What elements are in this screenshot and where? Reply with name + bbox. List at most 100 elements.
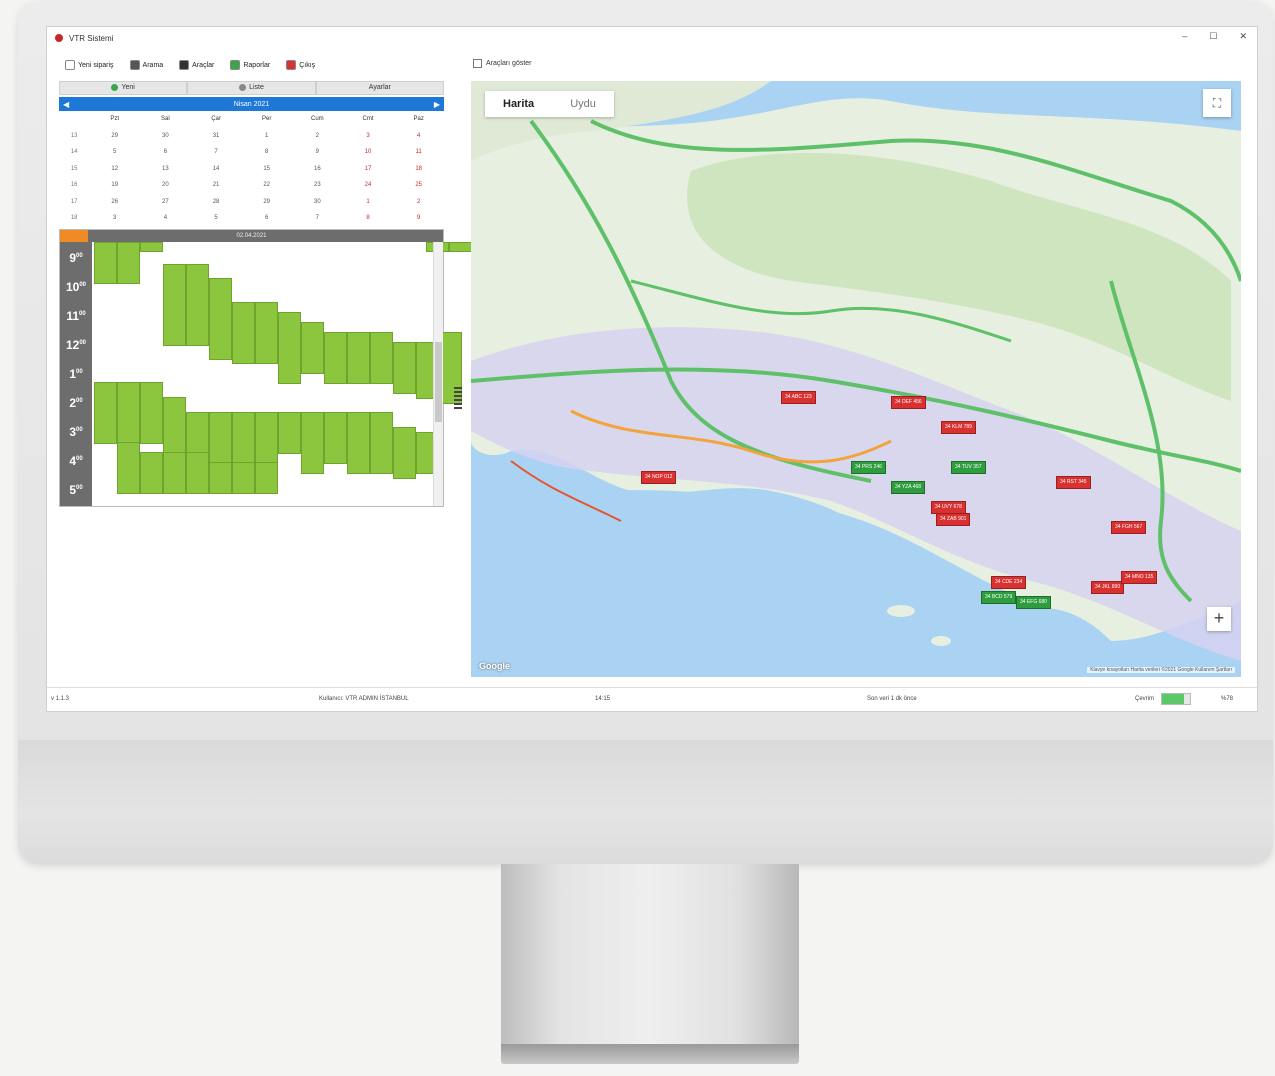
calendar-day[interactable]: 29 <box>89 133 140 139</box>
calendar-day[interactable]: 22 <box>241 182 292 188</box>
tab-settings[interactable]: Ayarlar <box>315 81 444 95</box>
calendar-day[interactable]: 31 <box>191 133 242 139</box>
new-order-button[interactable]: Yeni sipariş <box>65 60 114 70</box>
appointment-block[interactable] <box>117 441 140 494</box>
calendar-day[interactable]: 15 <box>241 166 292 172</box>
calendar-day[interactable]: 24 <box>343 182 394 188</box>
maximize-button[interactable]: ☐ <box>1209 31 1217 42</box>
calendar-day[interactable]: 13 <box>140 166 191 172</box>
appointment-block[interactable] <box>255 461 278 494</box>
appointment-block[interactable] <box>232 461 255 494</box>
vehicle-marker-red[interactable]: 34 MNO 135 <box>1121 571 1158 584</box>
calendar-day[interactable]: 5 <box>191 215 242 221</box>
checkbox-box[interactable] <box>473 58 482 68</box>
calendar-day[interactable]: 6 <box>140 149 191 155</box>
appointment-block[interactable] <box>370 331 393 384</box>
appointment-block[interactable] <box>301 321 324 374</box>
vehicle-marker-red[interactable]: 34 CDE 234 <box>991 576 1027 589</box>
appointment-block[interactable] <box>324 411 347 464</box>
fullscreen-icon[interactable]: ⛶ <box>1203 89 1231 117</box>
calendar-day[interactable]: 14 <box>191 166 242 172</box>
vehicle-marker-green[interactable]: 34 YZA 468 <box>891 481 926 494</box>
appointment-block[interactable] <box>324 331 347 384</box>
show-vehicles-checkbox[interactable]: Araçları göster <box>467 57 1249 69</box>
calendar-day[interactable]: 20 <box>140 182 191 188</box>
splitter-grip-icon[interactable] <box>454 387 462 411</box>
map-tab-uydu[interactable]: Uydu <box>552 91 614 117</box>
search-button[interactable]: Arama <box>129 60 163 70</box>
calendar-day[interactable]: 10 <box>343 149 394 155</box>
vehicle-marker-green[interactable]: 34 TUV 357 <box>951 461 986 474</box>
calendar-day[interactable]: 21 <box>191 182 242 188</box>
vehicle-marker-green[interactable]: 34 PRS 246 <box>851 461 886 474</box>
next-month-icon[interactable]: ▶ <box>434 100 440 109</box>
appointment-block[interactable] <box>140 241 163 252</box>
appointment-block[interactable] <box>94 381 117 444</box>
appointment-block[interactable] <box>232 301 255 364</box>
calendar-day[interactable]: 23 <box>292 182 343 188</box>
vehicle-marker-green[interactable]: 34 BCD 579 <box>981 591 1017 604</box>
appointment-block[interactable] <box>301 411 324 474</box>
calendar-day[interactable]: 3 <box>89 215 140 221</box>
minimize-button[interactable]: – <box>1182 31 1187 42</box>
appointment-block[interactable] <box>94 241 117 284</box>
calendar-day[interactable]: 5 <box>89 149 140 155</box>
calendar-day[interactable]: 8 <box>241 149 292 155</box>
calendar-day[interactable]: 6 <box>241 215 292 221</box>
vehicle-marker-red[interactable]: 34 ZAB 901 <box>936 513 971 526</box>
map-tab-harita[interactable]: Harita <box>485 91 552 117</box>
vehicle-marker-red[interactable]: 34 JKL 890 <box>1091 581 1125 594</box>
tab-new[interactable]: Yeni <box>59 81 188 95</box>
calendar-day[interactable]: 30 <box>140 133 191 139</box>
calendar-day[interactable]: 11 <box>393 149 444 155</box>
appointment-block[interactable] <box>117 241 140 284</box>
calendar-day[interactable]: 9 <box>393 215 444 221</box>
appointment-block[interactable] <box>209 277 232 360</box>
appointment-block[interactable] <box>186 263 209 346</box>
calendar-day[interactable]: 28 <box>191 199 242 205</box>
calendar-day[interactable]: 8 <box>343 215 394 221</box>
appointment-block[interactable] <box>209 461 232 494</box>
map-view[interactable]: Harita Uydu ⛶ + 34 ABC 123 34 DEF 456 34 KL… <box>471 81 1241 677</box>
appointment-block[interactable] <box>370 411 393 474</box>
appointment-block[interactable] <box>347 411 370 474</box>
appointment-block[interactable] <box>278 311 301 384</box>
calendar-day[interactable]: 12 <box>89 166 140 172</box>
appointment-block[interactable] <box>163 451 186 494</box>
calendar-day[interactable]: 16 <box>292 166 343 172</box>
vehicle-marker-red[interactable]: 34 FGH 567 <box>1111 521 1147 534</box>
scrollbar-thumb[interactable] <box>435 341 442 422</box>
appointment-block[interactable] <box>140 451 163 494</box>
vehicle-marker-red[interactable]: 34 NOP 012 <box>641 471 677 484</box>
map-attribution[interactable]: Klavye kısayolları Harita verileri ©2021… <box>1087 667 1235 673</box>
schedule-scrollbar[interactable] <box>433 241 443 506</box>
close-button[interactable]: ✕ <box>1239 31 1247 42</box>
calendar-day[interactable]: 4 <box>140 215 191 221</box>
vehicle-marker-red[interactable]: 34 RST 345 <box>1056 476 1091 489</box>
appointment-block[interactable] <box>347 331 370 384</box>
panel-splitter[interactable] <box>452 57 464 677</box>
appointment-block[interactable] <box>278 411 301 454</box>
prev-month-icon[interactable]: ◀ <box>63 100 69 109</box>
calendar-day[interactable]: 2 <box>393 199 444 205</box>
vehicle-marker-red[interactable]: 34 KLM 789 <box>941 421 976 434</box>
vehicle-marker-red[interactable]: 34 DEF 456 <box>891 396 926 409</box>
calendar-day[interactable]: 30 <box>292 199 343 205</box>
vehicles-button[interactable]: Araçlar <box>179 60 214 70</box>
calendar-day[interactable]: 3 <box>343 133 394 139</box>
exit-button[interactable]: Çıkış <box>286 60 315 70</box>
calendar-day[interactable]: 1 <box>343 199 394 205</box>
calendar-day[interactable]: 7 <box>191 149 242 155</box>
calendar-day[interactable]: 26 <box>89 199 140 205</box>
appointment-block[interactable] <box>140 381 163 444</box>
reports-button[interactable]: Raporlar <box>230 60 270 70</box>
appointment-block[interactable] <box>163 263 186 346</box>
appointment-block[interactable] <box>186 451 209 494</box>
appointment-block[interactable] <box>393 341 416 394</box>
tab-list[interactable]: Liste <box>187 81 316 95</box>
calendar-day[interactable]: 29 <box>241 199 292 205</box>
vehicle-marker-green[interactable]: 34 EFG 680 <box>1016 596 1051 609</box>
calendar-day[interactable]: 4 <box>393 133 444 139</box>
calendar-day[interactable]: 19 <box>89 182 140 188</box>
calendar-day[interactable]: 17 <box>343 166 394 172</box>
